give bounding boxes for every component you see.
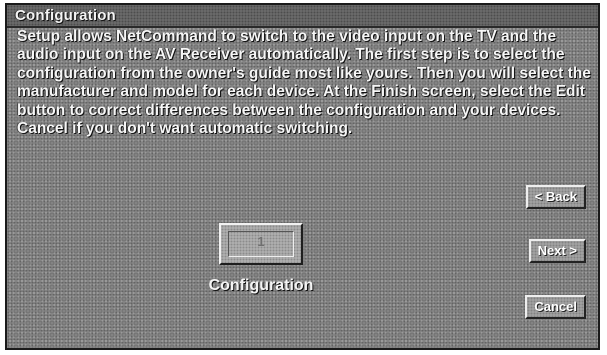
setup-screen: Configuration Setup allows NetCommand to… — [5, 3, 600, 350]
configuration-select-button[interactable]: 1 — [219, 223, 303, 265]
setup-description: Setup allows NetCommand to switch to the… — [17, 28, 591, 138]
configuration-label: Configuration — [208, 277, 314, 294]
next-button[interactable]: Next > — [528, 239, 586, 263]
window-title: Configuration — [15, 7, 116, 24]
back-button[interactable]: < Back — [525, 185, 586, 209]
configuration-number: 1 — [257, 234, 265, 249]
title-bar: Configuration — [7, 5, 598, 28]
cancel-button[interactable]: Cancel — [525, 295, 586, 319]
